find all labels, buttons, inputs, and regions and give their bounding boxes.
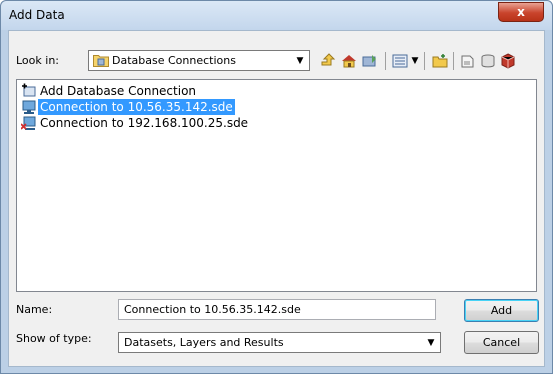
new-file-geodatabase-icon[interactable]: [459, 52, 477, 70]
home-icon[interactable]: [340, 52, 358, 70]
new-cache-icon[interactable]: [499, 52, 517, 70]
chevron-down-icon[interactable]: ▼: [425, 336, 437, 349]
look-in-combobox[interactable]: Database Connections ▼: [88, 50, 310, 71]
toolbar-separator: [385, 52, 386, 70]
show-of-type-label: Show of type:: [16, 332, 92, 345]
title-bar[interactable]: Add Data x: [1, 1, 552, 30]
close-button[interactable]: x: [498, 2, 544, 22]
look-in-label: Look in:: [16, 54, 59, 67]
chevron-down-icon[interactable]: ▼: [294, 54, 306, 67]
add-database-connection-icon: [22, 83, 36, 97]
toolbar-separator: [453, 52, 454, 70]
cancel-button[interactable]: Cancel: [464, 331, 539, 354]
new-personal-geodatabase-icon[interactable]: [479, 52, 497, 70]
database-folder-icon: [93, 55, 109, 67]
file-list[interactable]: Add Database Connection Connection to 10…: [16, 79, 537, 292]
name-field[interactable]: Connection to 10.56.35.142.sde: [118, 299, 436, 320]
list-item-label: Connection to 192.168.100.25.sde: [40, 116, 249, 130]
new-folder-icon[interactable]: [431, 52, 449, 70]
look-in-value: Database Connections: [112, 54, 236, 67]
dialog-title: Add Data: [9, 8, 65, 22]
toolbar-separator: [424, 52, 425, 70]
list-item-connection-10-56-35-142[interactable]: Connection to 10.56.35.142.sde: [21, 99, 235, 115]
name-label: Name:: [16, 303, 53, 316]
sde-connection-icon: [22, 100, 36, 114]
add-button[interactable]: Add: [464, 299, 539, 322]
list-item-connection-192-168-100-25[interactable]: Connection to 192.168.100.25.sde: [21, 115, 250, 131]
list-item-add-database-connection[interactable]: Add Database Connection: [21, 83, 198, 99]
sde-connection-error-icon: [21, 116, 36, 130]
toggle-contents-view-icon[interactable]: [391, 52, 409, 70]
up-one-level-icon[interactable]: [319, 52, 337, 70]
list-item-label: Connection to 10.56.35.142.sde: [38, 99, 235, 115]
connect-to-folder-icon[interactable]: [361, 52, 379, 70]
dialog-client-area: Look in: Database Connections ▼ ▼ Add Da…: [8, 30, 545, 367]
contents-view-dropdown-icon[interactable]: ▼: [410, 52, 420, 70]
close-icon: x: [517, 5, 525, 19]
list-item-label: Add Database Connection: [40, 84, 197, 98]
add-data-dialog: Add Data x Look in: Database Connections…: [0, 0, 553, 374]
show-of-type-select[interactable]: Datasets, Layers and Results ▼: [118, 332, 441, 353]
show-of-type-value: Datasets, Layers and Results: [124, 336, 284, 349]
